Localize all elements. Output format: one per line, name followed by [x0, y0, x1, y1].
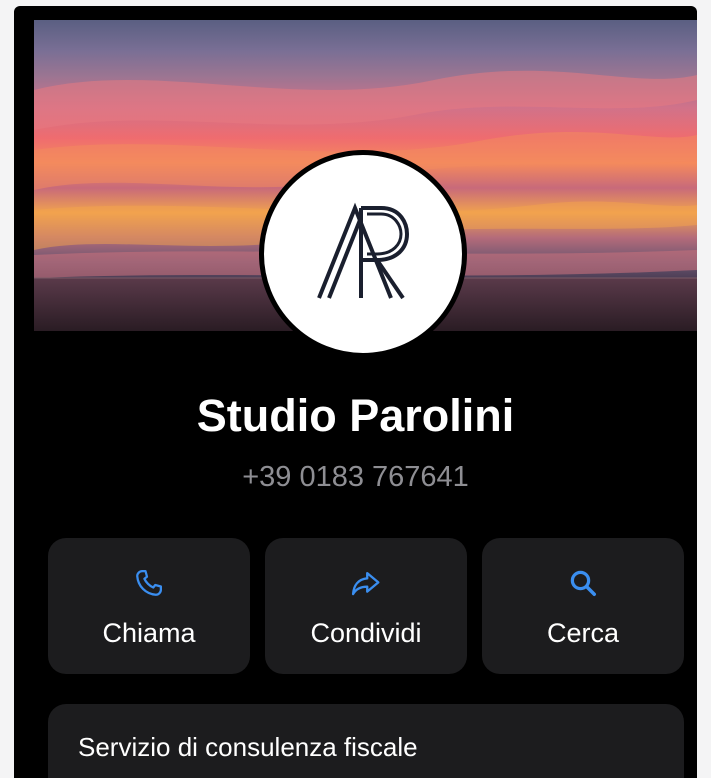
search-button-label: Cerca	[546, 618, 620, 648]
business-phone-number[interactable]: +39 0183 767641	[14, 461, 697, 494]
business-name: Studio Parolini	[196, 390, 515, 441]
service-description: Servizio di consulenza fiscale	[78, 732, 418, 762]
service-info-card[interactable]: Servizio di consulenza fiscale	[48, 704, 684, 778]
share-arrow-icon	[265, 568, 467, 600]
ap-logo-icon	[317, 202, 410, 300]
action-buttons-row: Chiama Condividi Cerca	[48, 538, 684, 674]
search-button[interactable]: Cerca	[482, 538, 684, 674]
search-icon	[482, 568, 684, 600]
phone-icon	[48, 568, 250, 600]
share-button[interactable]: Condividi	[265, 538, 467, 674]
call-button[interactable]: Chiama	[48, 538, 250, 674]
business-profile-screen: Studio Parolini +39 0183 767641 Chiama C…	[14, 6, 697, 778]
share-button-label: Condividi	[310, 618, 422, 648]
call-button-label: Chiama	[102, 618, 196, 648]
business-logo-avatar	[259, 150, 467, 358]
